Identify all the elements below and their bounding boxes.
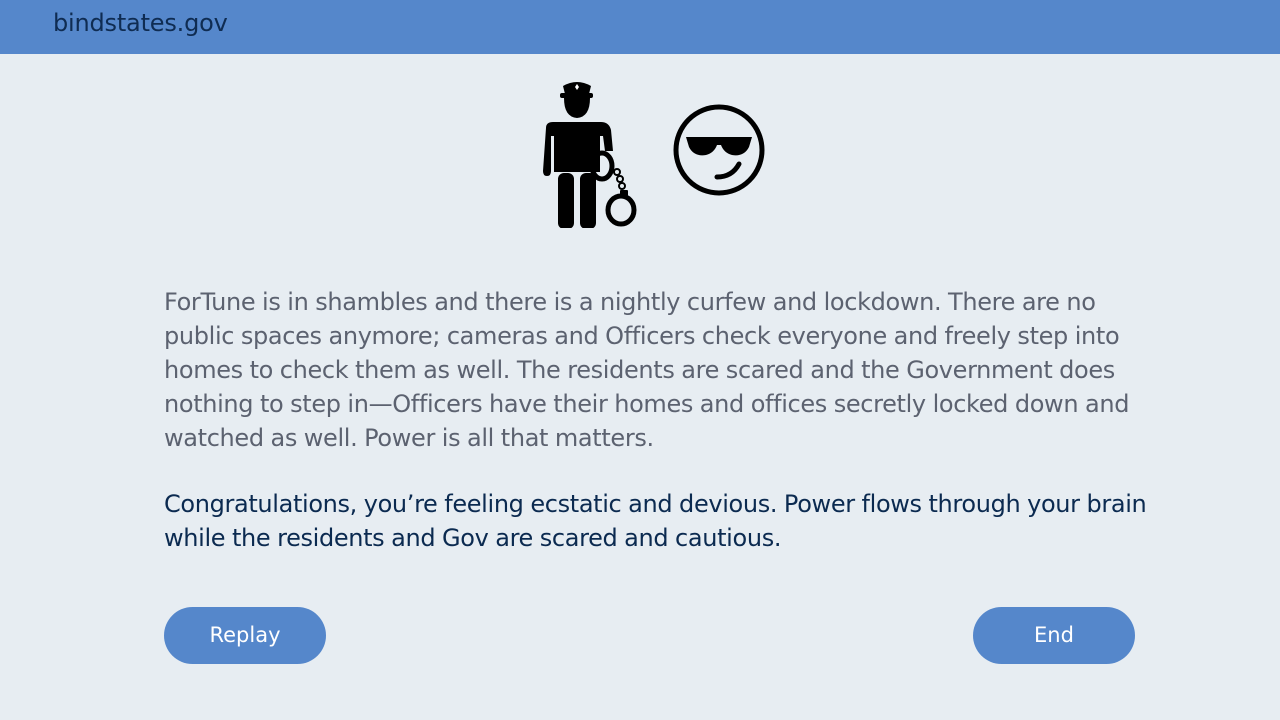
- outcome-icons: [0, 70, 1280, 230]
- sunglasses-smirk-face-icon: [673, 104, 765, 196]
- story-text: ForTune is in shambles and there is a ni…: [164, 288, 1130, 452]
- police-officer-with-handcuffs-icon: [543, 82, 637, 228]
- site-title: bindstates.gov: [53, 9, 228, 37]
- result-text: Congratulations, you’re feeling ecstatic…: [164, 490, 1147, 552]
- replay-button[interactable]: Replay: [164, 607, 326, 664]
- end-button[interactable]: End: [973, 607, 1135, 664]
- header-bar: bindstates.gov: [0, 0, 1280, 54]
